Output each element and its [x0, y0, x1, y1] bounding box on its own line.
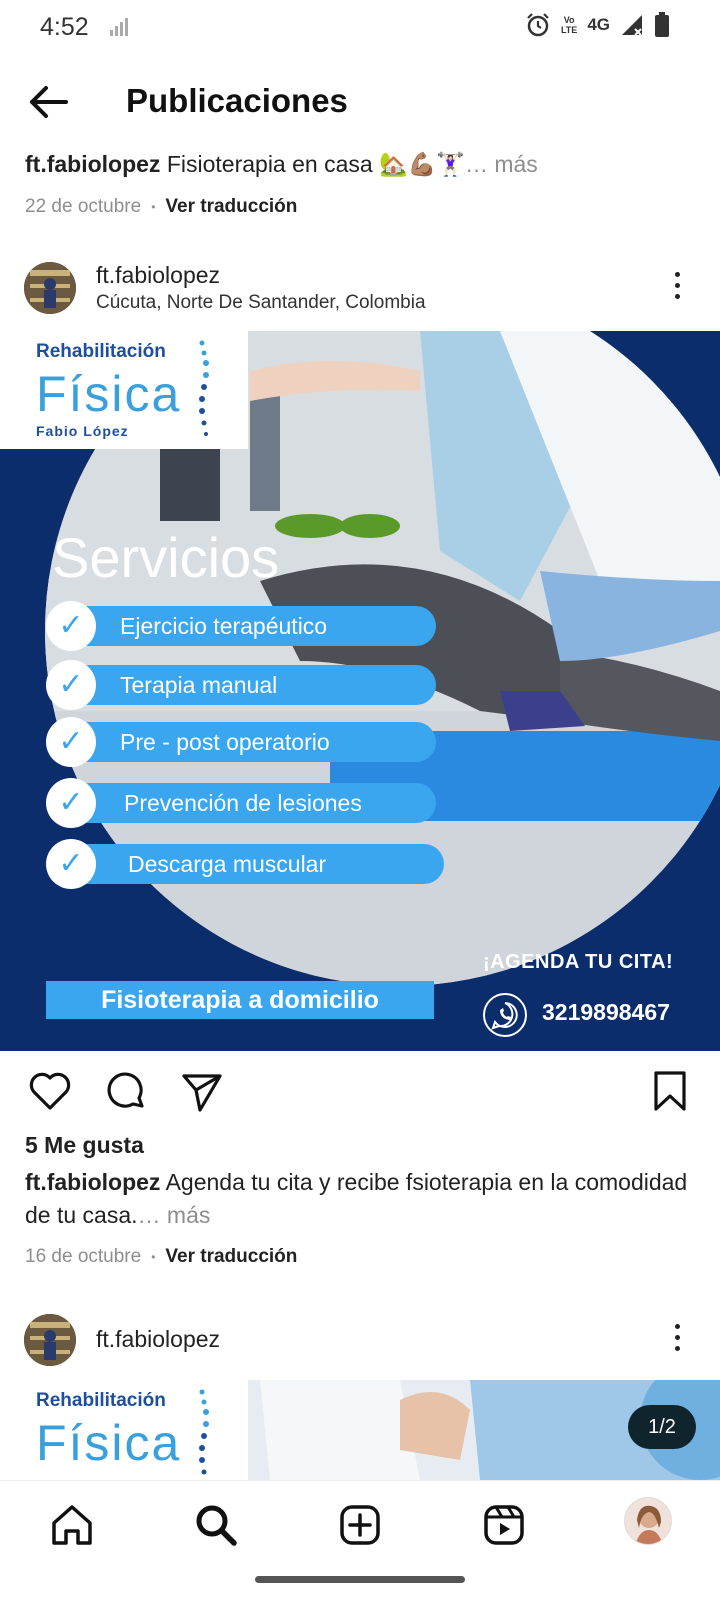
signal-icon [622, 15, 642, 36]
app-header: Publicaciones [0, 70, 720, 136]
check-icon: ✓ [46, 660, 96, 710]
see-translation-link[interactable]: Ver traducción [165, 1246, 297, 1268]
post-actions [0, 1068, 720, 1118]
caption-text: Fisioterapia en casa 🏡💪🏽🏋🏻‍♀️ [166, 151, 465, 177]
post-location[interactable]: Cúcuta, Norte De Santander, Colombia [96, 292, 426, 314]
network-type: 4G [587, 15, 610, 34]
alarm-icon [527, 13, 549, 37]
see-translation-link[interactable]: Ver traducción [165, 196, 297, 218]
post-date: 22 de octubre [25, 196, 142, 217]
logo-line-2: Física [36, 1415, 182, 1471]
brand-logo: Rehabilitación Física [0, 1380, 248, 1480]
search-icon[interactable] [192, 1501, 240, 1549]
caption-previous-post: ft.fabiolopez Fisioterapia en casa 🏡💪🏽🏋🏻… [25, 148, 695, 181]
post-caption: ft.fabiolopez Agenda tu cita y recibe fs… [25, 1166, 695, 1232]
page-title: Publicaciones [126, 82, 348, 119]
service-item: ✓ Terapia manual [46, 660, 436, 710]
avatar[interactable] [24, 1314, 76, 1366]
volte-icon: Vo LTE [560, 15, 578, 35]
like-heart-icon[interactable] [28, 1070, 72, 1112]
battery-icon [655, 12, 669, 37]
meta-separator: • [151, 1250, 156, 1264]
save-bookmark-icon[interactable] [652, 1070, 688, 1112]
service-item: ✓ Descarga muscular [46, 839, 446, 889]
post-meta: 16 de octubre • Ver traducción [25, 1246, 297, 1268]
status-icons: Vo LTE 4G [525, 12, 670, 38]
meta-separator: • [151, 200, 156, 214]
post-header: ft.fabiolopez [0, 1308, 720, 1374]
service-item: ✓ Prevención de lesiones [46, 778, 436, 828]
check-icon: ✓ [46, 717, 96, 767]
spine-icon [199, 340, 209, 436]
logo-line-1: Rehabilitación [36, 1390, 166, 1411]
more-options-icon[interactable] [672, 1324, 682, 1358]
book-appointment-cta: ¡AGENDA TU CITA! [483, 951, 674, 973]
carousel-counter: 1/2 [628, 1405, 696, 1449]
more-options-icon[interactable] [672, 272, 682, 306]
caption-more-link[interactable]: … más [138, 1202, 211, 1228]
post-header: ft.fabiolopez Cúcuta, Norte De Santander… [0, 256, 720, 322]
post-username[interactable]: ft.fabiolopez [96, 262, 220, 289]
home-indicator[interactable] [255, 1576, 465, 1583]
status-time: 4:52 [40, 13, 89, 41]
post-image[interactable]: Rehabilitación Física Fabio López Servic… [0, 331, 720, 1051]
spine-icon [199, 1389, 209, 1475]
phone-number: 3219898467 [542, 999, 670, 1025]
logo-line-3: Fabio López [36, 423, 129, 439]
check-icon: ✓ [46, 601, 96, 651]
check-icon: ✓ [46, 839, 96, 889]
status-bar: 4:52 Vo LTE 4G [0, 0, 720, 56]
caption-username[interactable]: ft.fabiolopez [25, 151, 160, 177]
post-image[interactable]: Rehabilitación Física [0, 1380, 720, 1480]
brand-logo: Rehabilitación Física Fabio López [0, 331, 248, 449]
service-item: ✓ Pre - post operatorio [46, 717, 436, 767]
back-arrow-icon[interactable] [26, 82, 72, 122]
signal-weak-icon [110, 18, 128, 36]
profile-avatar[interactable] [624, 1497, 672, 1545]
create-icon[interactable] [336, 1501, 384, 1549]
post-date: 16 de octubre [25, 1246, 142, 1267]
comment-icon[interactable] [104, 1070, 148, 1114]
service-item: ✓ Ejercicio terapéutico [46, 601, 436, 651]
check-icon: ✓ [46, 778, 96, 828]
services-heading: Servicios [52, 526, 280, 589]
whatsapp-icon [483, 993, 527, 1037]
caption-username[interactable]: ft.fabiolopez [25, 1169, 160, 1195]
post-username[interactable]: ft.fabiolopez [96, 1326, 220, 1353]
home-icon[interactable] [48, 1501, 96, 1549]
likes-count[interactable]: 5 Me gusta [25, 1132, 144, 1159]
logo-line-1: Rehabilitación [36, 341, 166, 362]
share-send-icon[interactable] [180, 1070, 224, 1114]
post-meta-previous: 22 de octubre • Ver traducción [25, 196, 297, 218]
logo-line-2: Física [36, 366, 182, 422]
home-service-banner: Fisioterapia a domicilio [46, 981, 434, 1019]
avatar[interactable] [24, 262, 76, 314]
reels-icon[interactable] [480, 1501, 528, 1549]
caption-more-link[interactable]: … más [465, 151, 538, 177]
